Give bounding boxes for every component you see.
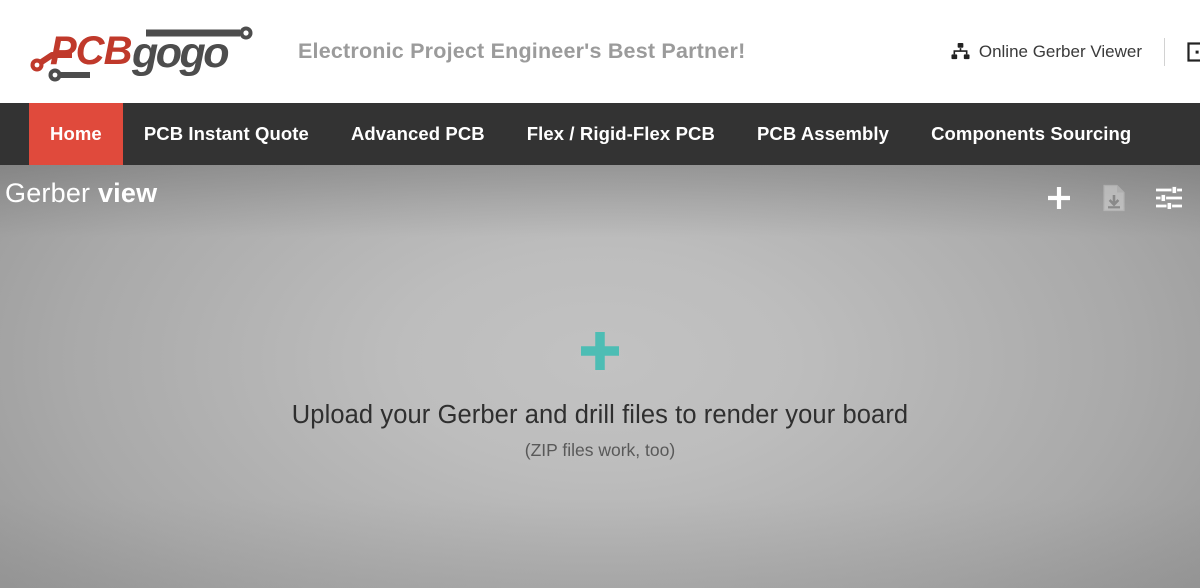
sitemap-icon xyxy=(951,42,970,61)
header-link-online-gerber-viewer[interactable]: Online Gerber Viewer xyxy=(951,42,1142,62)
file-download-icon xyxy=(1101,184,1127,217)
sliders-icon xyxy=(1155,185,1183,215)
add-layer-button[interactable] xyxy=(1042,183,1076,217)
pcbgogo-logo[interactable]: PCB gogo xyxy=(28,19,260,85)
svg-text:PCB: PCB xyxy=(50,29,132,73)
nav-item-advanced-pcb[interactable]: Advanced PCB xyxy=(330,103,506,165)
gerber-upload-dropzone[interactable]: Upload your Gerber and drill files to re… xyxy=(0,165,1200,588)
nav-item-pcb-assembly[interactable]: PCB Assembly xyxy=(736,103,910,165)
gerber-view-panel: Gerber view Upload your Gerber and drill… xyxy=(0,165,1200,588)
header-divider xyxy=(1164,37,1165,66)
upload-plus-icon xyxy=(577,328,623,379)
panel-toolbar xyxy=(1042,183,1186,217)
site-tagline: Electronic Project Engineer's Best Partn… xyxy=(298,39,746,63)
nav-item-pcb-instant-quote[interactable]: PCB Instant Quote xyxy=(123,103,330,165)
nav-item-label: PCB Instant Quote xyxy=(143,123,309,144)
nav-item-home[interactable]: Home xyxy=(29,103,123,165)
upload-main-text: Upload your Gerber and drill files to re… xyxy=(291,401,909,429)
panel-title-light: Gerber xyxy=(5,178,91,208)
header-link-label: Online Gerber Viewer xyxy=(978,41,1142,61)
render-settings-button[interactable] xyxy=(1152,183,1186,217)
header-link-pcb-calculator[interactable] xyxy=(1187,41,1200,62)
nav-item-label: PCB Assembly xyxy=(756,123,890,144)
board-square-icon xyxy=(1187,41,1200,62)
header-links: Online Gerber Viewer xyxy=(951,0,1200,103)
nav-item-label: Advanced PCB xyxy=(350,123,485,144)
panel-title-bold: view xyxy=(97,178,158,208)
nav-item-label: Components Sourcing xyxy=(931,123,1132,144)
nav-item-label: Home xyxy=(50,123,102,144)
plus-icon xyxy=(1045,184,1073,217)
nav-item-flex-rigid-flex-pcb[interactable]: Flex / Rigid-Flex PCB xyxy=(506,103,736,165)
nav-item-components-sourcing[interactable]: Components Sourcing xyxy=(910,103,1152,165)
download-file-button[interactable] xyxy=(1097,183,1131,217)
site-header: PCB gogo Electronic Project Engineer's B… xyxy=(0,0,1200,103)
upload-sub-text: (ZIP files work, too) xyxy=(524,440,676,460)
main-navigation: Home PCB Instant Quote Advanced PCB Flex… xyxy=(0,103,1200,165)
nav-item-label: Flex / Rigid-Flex PCB xyxy=(526,123,715,144)
panel-title: Gerber view xyxy=(5,178,157,209)
